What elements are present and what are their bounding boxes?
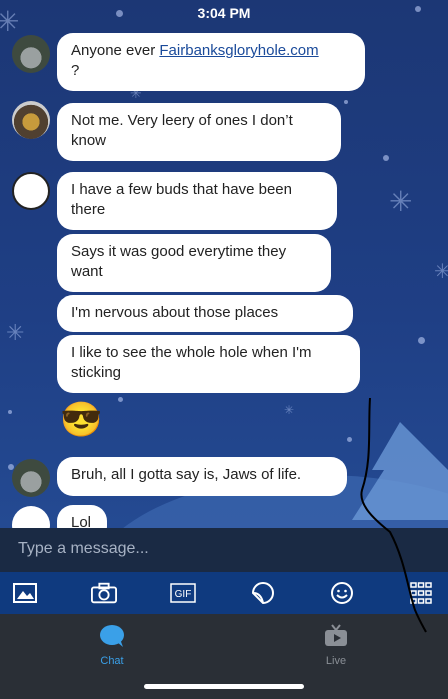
message-bubble[interactable]: I have a few buds that have been there <box>57 172 337 230</box>
tab-chat[interactable]: Chat <box>82 624 142 667</box>
avatar[interactable] <box>12 101 50 139</box>
tab-live[interactable]: Live <box>306 624 366 667</box>
avatar[interactable] <box>12 35 50 73</box>
gif-icon[interactable]: GIF <box>170 580 197 606</box>
message-text: Anyone ever <box>71 42 160 59</box>
message-text: Bruh, all I gotta say is, Jaws of life. <box>71 466 302 483</box>
chat-area[interactable]: ✳ ✳ ✳ ✳ ✳ ✳ 3:04 PM Anyone ever Fairbank… <box>0 0 448 528</box>
message-input-placeholder: Type a message... <box>18 540 149 557</box>
message-text: I have a few buds that have been there <box>71 181 292 218</box>
avatar[interactable] <box>12 459 50 497</box>
emoji-icon[interactable] <box>329 580 355 606</box>
home-indicator <box>144 684 304 689</box>
message-text: Says it was good everytime they want <box>71 243 287 280</box>
apps-grid-icon[interactable] <box>408 580 434 606</box>
tab-label: Chat <box>100 655 124 667</box>
message-bubble[interactable]: Lol <box>57 505 107 528</box>
status-time: 3:04 PM <box>197 5 251 21</box>
live-tv-icon <box>325 624 347 646</box>
image-icon[interactable] <box>12 580 38 606</box>
message-input[interactable]: Type a message... <box>0 528 448 572</box>
message-text: I like to see the whole hole when I'm st… <box>71 344 312 381</box>
sticker-icon[interactable] <box>250 580 276 606</box>
message-bubble[interactable]: I'm nervous about those places <box>57 295 353 332</box>
tab-label: Live <box>325 655 347 667</box>
message-text: ? <box>71 62 80 79</box>
message-bubble[interactable]: I like to see the whole hole when I'm st… <box>57 335 360 393</box>
chat-bubble-icon <box>100 625 124 647</box>
message-bubble[interactable]: Says it was good everytime they want <box>57 234 331 292</box>
gif-label: GIF <box>175 589 192 600</box>
message-bubble[interactable]: Bruh, all I gotta say is, Jaws of life. <box>57 457 347 496</box>
message-text: I'm nervous about those places <box>71 304 279 321</box>
message-text: Lol <box>71 514 92 528</box>
composer-toolbar: GIF <box>0 572 448 614</box>
camera-icon[interactable] <box>91 580 118 606</box>
message-bubble[interactable]: Not me. Very leery of ones I don’t know <box>57 103 341 161</box>
message-text: Not me. Very leery of ones I don’t know <box>71 112 293 149</box>
avatar[interactable] <box>12 172 50 210</box>
message-bubble[interactable]: Anyone ever Fairbanksgloryhole.com ? <box>57 33 365 91</box>
emoji-message[interactable]: 😎 <box>60 403 102 437</box>
message-link[interactable]: Fairbanksgloryhole.com <box>159 42 318 59</box>
